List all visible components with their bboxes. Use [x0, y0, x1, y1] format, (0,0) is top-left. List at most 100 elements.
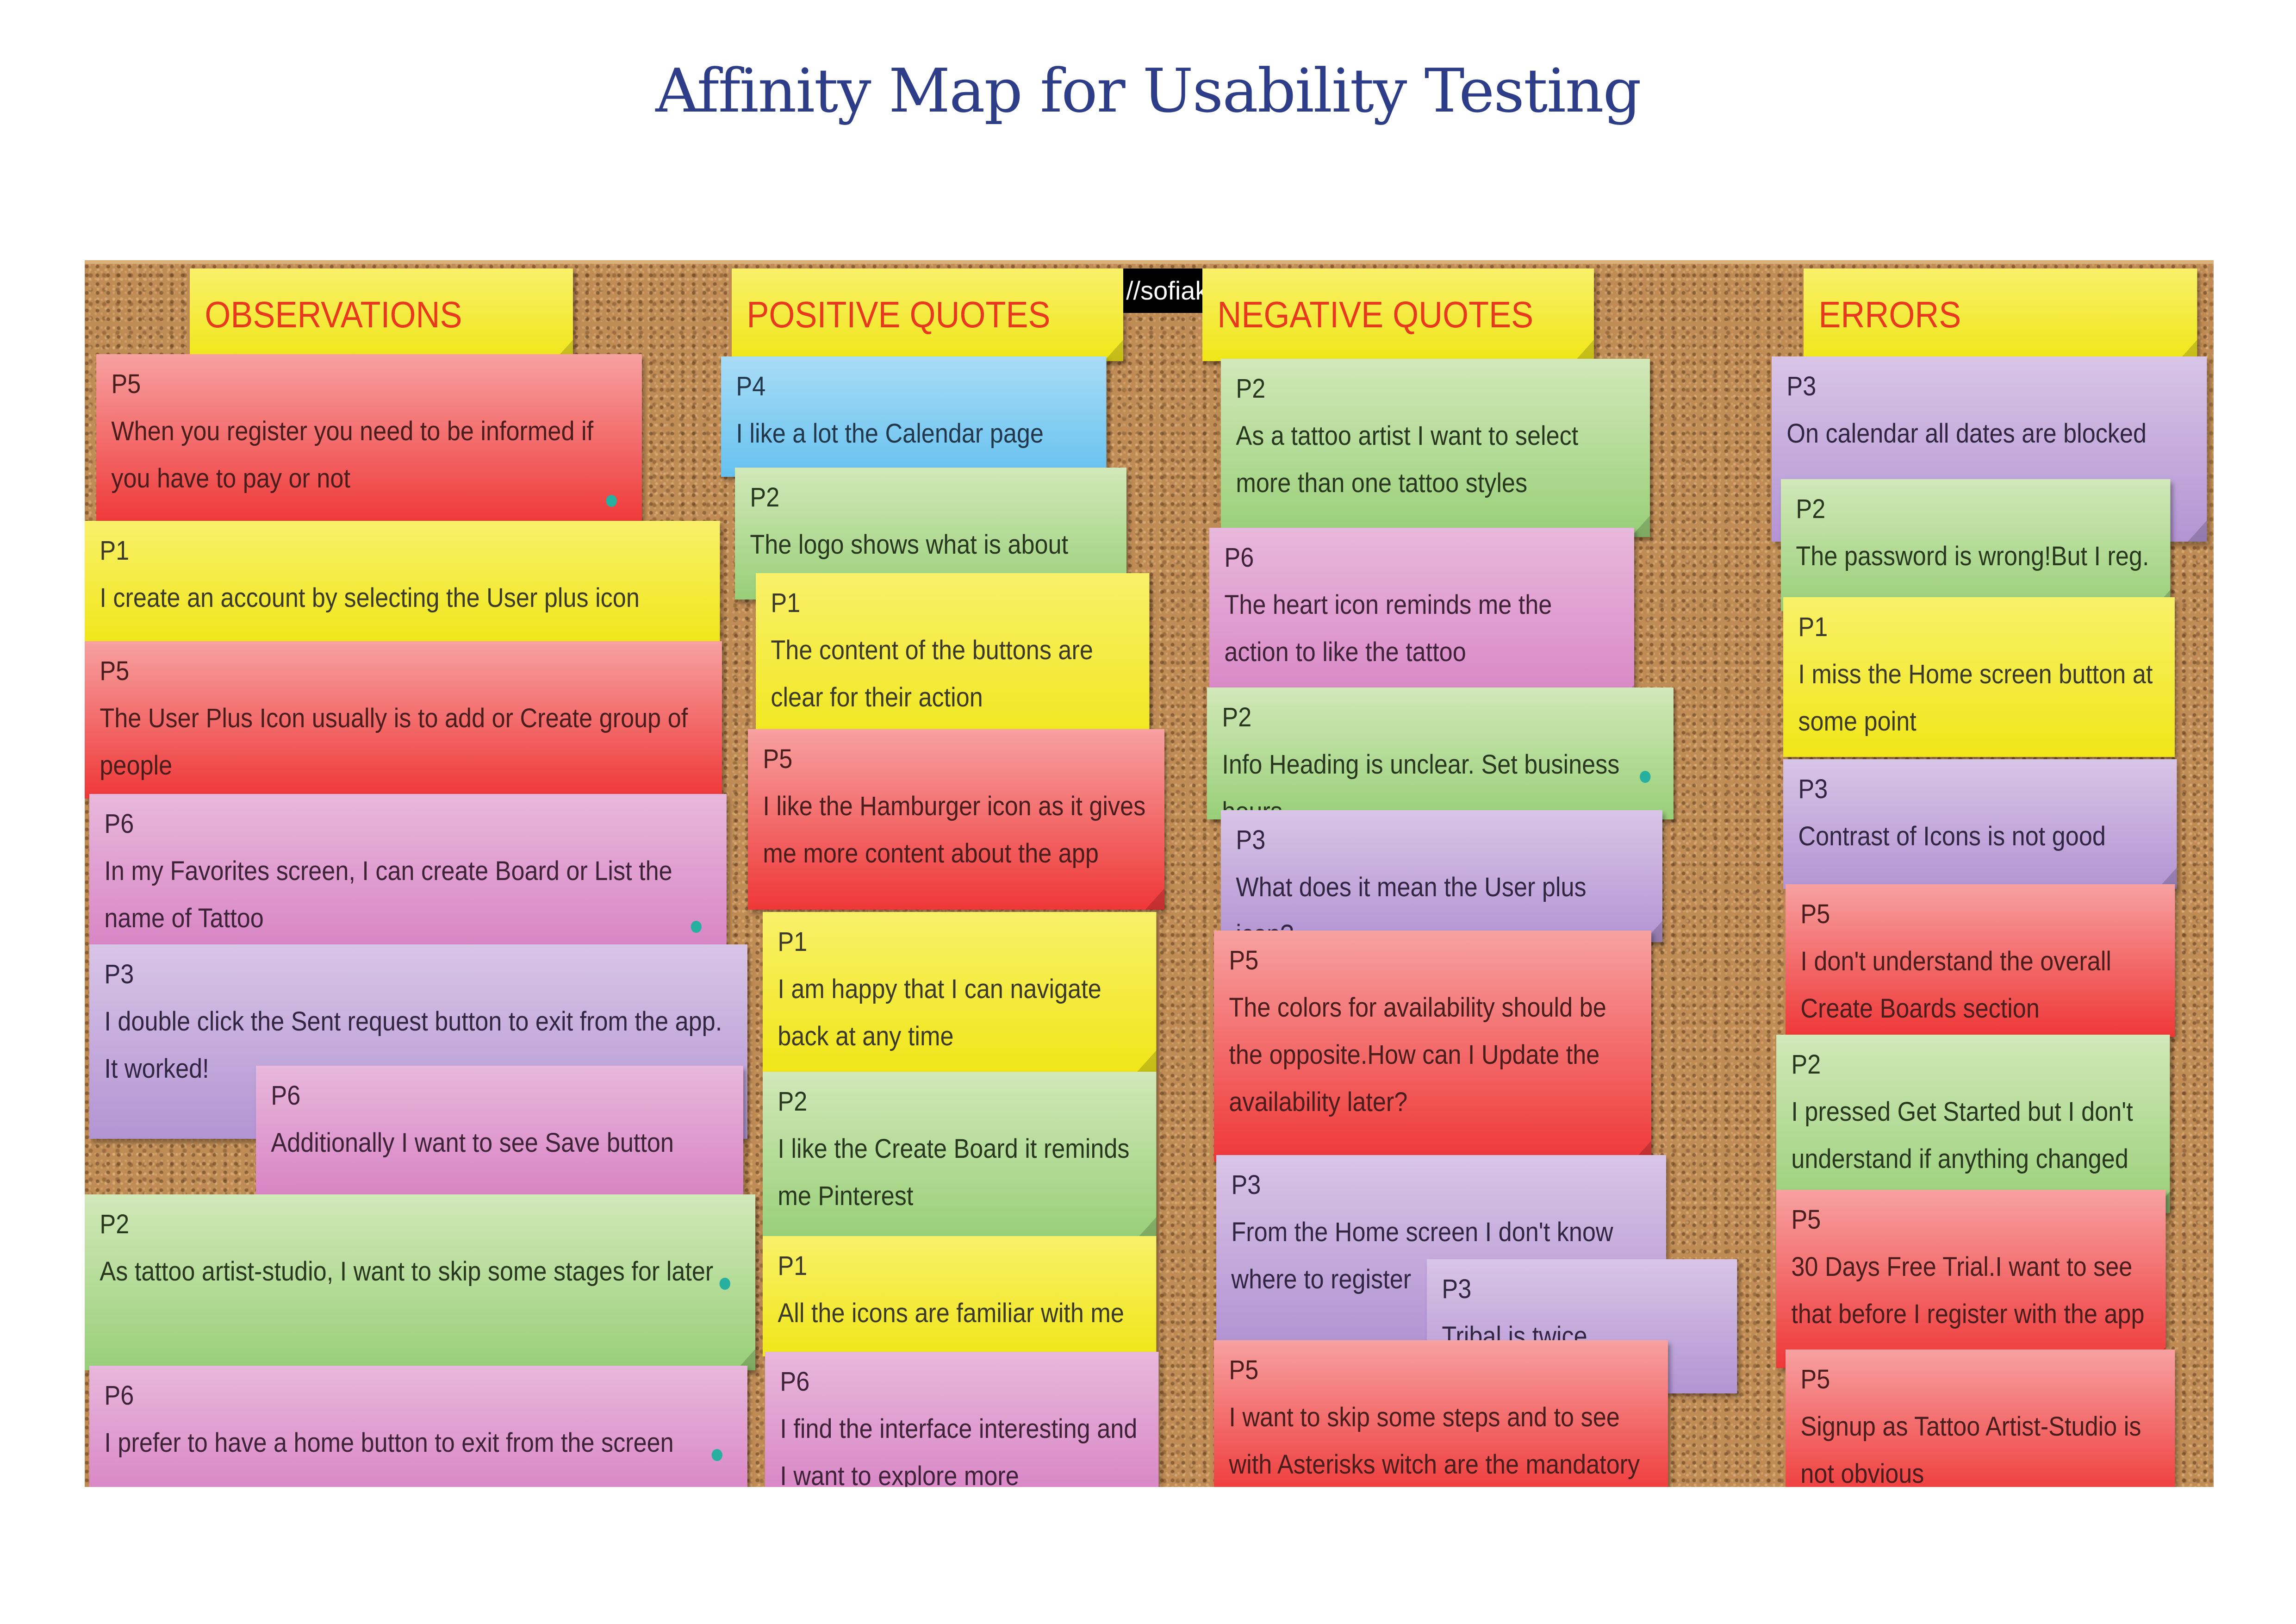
marker-dot [1640, 771, 1651, 783]
url-tag: //sofiak [1121, 269, 1214, 313]
note-text: The password is wrong!But I reg. [1796, 541, 2149, 571]
fold-corner [1137, 1050, 1157, 1072]
note-text: The heart icon reminds me the action to … [1224, 590, 1552, 667]
marker-dot [606, 495, 617, 507]
sticky-note[interactable]: P2 I like the Create Board it reminds me … [763, 1072, 1157, 1238]
fold-corner [1145, 888, 1164, 910]
participant-label: P4 [736, 371, 766, 401]
note-text: In my Favorites screen, I can create Boa… [104, 856, 672, 933]
note-text: I don't understand the overall Create Bo… [1800, 946, 2112, 1024]
sticky-note[interactable]: P2 The password is wrong!But I reg. [1781, 479, 2171, 611]
participant-label: P2 [100, 1209, 130, 1239]
sticky-note[interactable]: P1 I create an account by selecting the U… [85, 521, 720, 646]
participant-label: P5 [1791, 1205, 1821, 1235]
sticky-note[interactable]: P5 I don't understand the overall Create … [1786, 884, 2175, 1037]
participant-label: P1 [778, 927, 808, 957]
participant-label: P3 [1786, 371, 1817, 401]
header-errors[interactable]: ERRORS [1804, 269, 2197, 361]
participant-label: P5 [763, 744, 793, 774]
note-text: As a tattoo artist I want to select more… [1236, 421, 1579, 498]
participant-label: P3 [1236, 825, 1266, 855]
sticky-note[interactable]: P6 The heart icon reminds me the action t… [1209, 528, 1634, 706]
header-label: NEGATIVE QUOTES [1217, 294, 1534, 335]
note-text: I like the Hamburger icon as it gives me… [763, 791, 1146, 868]
note-text: All the icons are familiar with me [778, 1298, 1124, 1328]
sticky-note[interactable]: P1 The content of the buttons are clear f… [756, 573, 1150, 754]
note-text: I pressed Get Started but I don't unders… [1791, 1097, 2133, 1174]
participant-label: P1 [100, 536, 130, 566]
header-negative-quotes[interactable]: NEGATIVE QUOTES [1202, 269, 1594, 361]
participant-label: P5 [1229, 945, 1259, 975]
note-text: I find the interface interesting and I w… [780, 1414, 1138, 1487]
sticky-note[interactable]: P6 I prefer to have a home button to exit… [89, 1366, 747, 1487]
sticky-note[interactable]: P3What does it mean the User plus icon? [1221, 810, 1662, 942]
participant-label: P2 [1796, 494, 1826, 524]
sticky-note[interactable]: P5 I like the Hamburger icon as it gives … [748, 729, 1164, 910]
note-text: When you register you need to be informe… [111, 416, 594, 493]
participant-label: P1 [778, 1251, 808, 1281]
sticky-note[interactable]: P2 As tattoo artist-studio, I want to ski… [85, 1194, 755, 1370]
note-text-extra: It worked! [104, 1054, 209, 1084]
sticky-note[interactable]: P1 I am happy that I can navigate back at… [763, 912, 1157, 1072]
header-observations[interactable]: OBSERVATIONS [190, 269, 573, 361]
sticky-note[interactable]: P5 When you register you need to be infor… [96, 354, 642, 525]
sticky-note[interactable]: P4 I like a lot the Calendar page [721, 356, 1107, 477]
sticky-note[interactable]: P3 Contrast of Icons is not good [1783, 759, 2177, 889]
sticky-note[interactable]: P2 Info Heading is unclear. Set business … [1207, 687, 1674, 819]
participant-label: P3 [1442, 1274, 1472, 1304]
participant-label: P6 [104, 809, 134, 839]
note-text: I double click the Sent request button t… [104, 1006, 722, 1037]
note-text: 30 Days Free Trial.I want to see that be… [1791, 1252, 2145, 1329]
sticky-note[interactable]: P6 I find the interface interesting and I… [765, 1352, 1159, 1487]
participant-label: P5 [100, 656, 130, 686]
marker-dot [711, 1449, 722, 1461]
fold-corner [1104, 340, 1123, 361]
participant-label: P2 [778, 1087, 808, 1117]
sticky-note[interactable]: P6 In my Favorites screen, I can create B… [89, 794, 727, 951]
note-text: I am happy that I can navigate back at a… [778, 974, 1101, 1051]
header-label: OBSERVATIONS [205, 294, 462, 335]
sticky-note[interactable]: P5 The User Plus Icon usually is to add o… [85, 641, 722, 799]
header-label: ERRORS [1818, 294, 1961, 335]
sticky-note[interactable]: P5 The colors for availability should be … [1214, 931, 1651, 1162]
note-text: The colors for availability should be th… [1229, 993, 1606, 1117]
header-label: POSITIVE QUOTES [747, 294, 1051, 335]
participant-label: P3 [1231, 1170, 1261, 1200]
note-text: I like the Create Board it reminds me Pi… [778, 1134, 1130, 1211]
marker-dot [691, 921, 702, 933]
sticky-note[interactable]: P2 As a tattoo artist I want to select mo… [1221, 359, 1650, 537]
note-text: Contrast of Icons is not good [1798, 821, 2106, 851]
note-text: The content of the buttons are clear for… [771, 635, 1093, 712]
participant-label: P5 [1800, 899, 1830, 929]
participant-label: P2 [1236, 374, 1266, 404]
participant-label: P5 [111, 369, 141, 399]
participant-label: P6 [1224, 543, 1254, 573]
sticky-note[interactable]: P1 I miss the Home screen button at some … [1783, 597, 2175, 757]
header-positive-quotes[interactable]: POSITIVE QUOTES [732, 269, 1123, 361]
note-text: I prefer to have a home button to exit f… [104, 1428, 674, 1458]
sticky-note[interactable]: P2 I pressed Get Started but I don't unde… [1776, 1035, 2170, 1213]
note-text: As tattoo artist-studio, I want to skip … [100, 1256, 714, 1287]
participant-label: P6 [104, 1380, 134, 1411]
participant-label: P1 [771, 588, 801, 618]
note-text: I create an account by selecting the Use… [100, 583, 640, 613]
participant-label: P3 [1798, 774, 1828, 804]
participant-label: P6 [271, 1081, 301, 1111]
note-text: I miss the Home screen button at some po… [1798, 659, 2153, 737]
participant-label: P2 [1222, 702, 1252, 732]
sticky-note[interactable]: P6 Additionally I want to see Save button [256, 1066, 743, 1195]
participant-label: P2 [750, 482, 780, 512]
participant-label: P5 [1229, 1355, 1259, 1385]
participant-label: P6 [780, 1367, 810, 1397]
note-text: I want to skip some steps and to see wit… [1229, 1402, 1640, 1480]
fold-corner [2188, 520, 2207, 542]
sticky-note[interactable]: P1 All the icons are familiar with me [763, 1236, 1157, 1356]
note-text: The User Plus Icon usually is to add or … [100, 703, 688, 781]
fold-corner [1137, 1217, 1157, 1238]
sticky-note[interactable]: P5 30 Days Free Trial.I want to see that … [1776, 1190, 2166, 1368]
participant-label: P2 [1791, 1049, 1821, 1080]
participant-label: P5 [1800, 1364, 1830, 1394]
sticky-note[interactable]: P5 I want to skip some steps and to see w… [1214, 1340, 1668, 1487]
sticky-note[interactable]: P5 Signup as Tattoo Artist-Studio is not … [1786, 1349, 2175, 1487]
participant-label: P3 [104, 959, 134, 989]
